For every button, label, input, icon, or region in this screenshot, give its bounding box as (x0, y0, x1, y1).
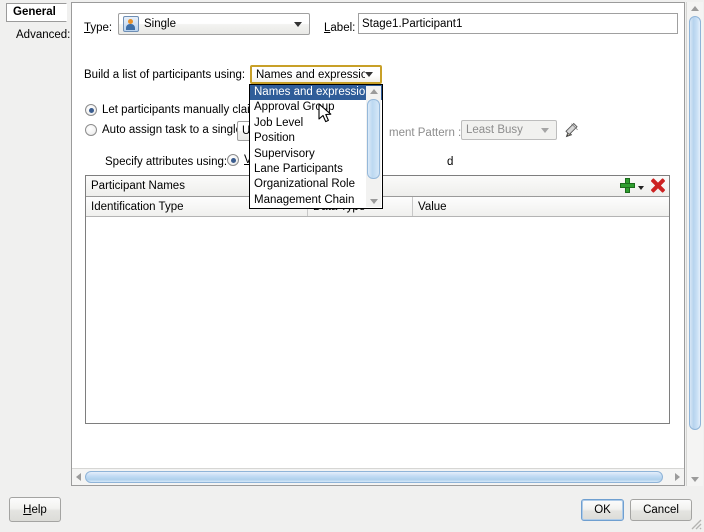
cancel-button-label: Cancel (643, 504, 679, 516)
tab-general[interactable]: General (6, 3, 67, 22)
chevron-down-icon (365, 72, 373, 77)
dropdown-option-lane-participants[interactable]: Lane Participants (250, 162, 382, 177)
assignment-pattern-label: ment Pattern : (389, 127, 462, 139)
dropdown-option-approval-group[interactable]: Approval Group (250, 100, 382, 115)
assignment-pattern-value: Least Busy (466, 124, 523, 136)
ok-button[interactable]: OK (581, 499, 624, 521)
chevron-down-icon[interactable] (638, 185, 644, 190)
cancel-button[interactable]: Cancel (630, 499, 692, 521)
build-list-combo-value: Names and expressions (256, 68, 365, 81)
help-button[interactable]: Help (9, 497, 61, 522)
tab-advanced-label: Advanced: (16, 29, 71, 41)
ok-button-label: OK (594, 504, 611, 516)
tab-strip: General Advanced: (0, 0, 72, 490)
vertical-scroll-thumb[interactable] (689, 16, 701, 430)
type-combo[interactable]: Single (118, 13, 310, 35)
build-list-label: Build a list of participants using: (84, 69, 246, 81)
radio-auto-assign-label: Auto assign task to a single (102, 124, 242, 136)
pencil-edit-icon[interactable] (563, 120, 583, 140)
specify-attributes-label: Specify attributes using: (105, 156, 228, 168)
dropdown-scroll-thumb[interactable] (367, 99, 380, 179)
chevron-down-icon (294, 21, 302, 27)
radio-manual-claim-label: Let participants manually claim (102, 104, 260, 116)
horizontal-scroll-thumb[interactable] (85, 471, 663, 483)
assignment-pattern-combo: Least Busy (461, 120, 557, 140)
scroll-up-arrow-icon[interactable] (691, 6, 699, 11)
delete-x-icon[interactable] (650, 178, 665, 193)
label-label-text: abel: (330, 22, 356, 34)
dropdown-option-supervisory[interactable]: Supervisory (250, 147, 382, 162)
specify-trailing-text: d (447, 156, 454, 168)
build-list-dropdown-popup[interactable]: Names and expressions Approval Group Job… (249, 84, 383, 210)
dropdown-option-names-and-expressions[interactable]: Names and expressions (250, 85, 382, 101)
radio-auto-assign[interactable]: Auto assign task to a single (85, 124, 242, 136)
radio-specify-value-indicator (227, 154, 239, 166)
dialog-vertical-scrollbar[interactable] (686, 2, 703, 486)
help-button-label: Help (23, 503, 47, 516)
table-title: Participant Names (91, 180, 185, 192)
radio-auto-assign-indicator (85, 124, 97, 136)
add-plus-icon[interactable] (620, 178, 635, 193)
dropdown-option-job-level[interactable]: Job Level (250, 116, 382, 131)
panel-horizontal-scrollbar[interactable] (72, 468, 684, 485)
scroll-left-arrow-icon[interactable] (76, 473, 81, 481)
scroll-down-arrow-icon[interactable] (691, 477, 699, 482)
radio-manual-claim-indicator (85, 104, 97, 116)
participant-settings-panel: Type: Single Label: Stage1.Participant1 … (71, 2, 685, 486)
table-toolbar (620, 178, 665, 193)
tab-advanced[interactable]: Advanced: (12, 27, 74, 43)
type-label-text: ype: (90, 22, 113, 34)
scroll-up-arrow-icon[interactable] (369, 89, 378, 94)
chevron-down-icon (541, 127, 549, 133)
label-input[interactable]: Stage1.Participant1 (358, 13, 678, 34)
single-participant-icon (123, 16, 139, 32)
build-list-combo[interactable]: Names and expressions (250, 65, 382, 84)
column-header-value[interactable]: Value (413, 197, 669, 216)
type-combo-value: Single (144, 18, 176, 30)
dropdown-option-organizational-role[interactable]: Organizational Role (250, 177, 382, 192)
tab-general-label: General (13, 6, 56, 18)
resize-grip[interactable] (688, 516, 702, 530)
type-label: Type: (84, 22, 113, 34)
participant-names-table: Participant Names Identification Type Da… (85, 175, 670, 424)
radio-manual-claim[interactable]: Let participants manually claim (85, 104, 259, 116)
radio-specify-value[interactable]: V (227, 154, 252, 166)
scroll-right-arrow-icon[interactable] (675, 473, 680, 481)
label-label: Label: (324, 22, 356, 34)
dropdown-option-management-chain[interactable]: Management Chain (250, 193, 382, 208)
label-input-value: Stage1.Participant1 (362, 17, 463, 30)
dropdown-scrollbar[interactable] (366, 86, 381, 208)
scroll-down-arrow-icon[interactable] (369, 199, 378, 205)
table-body-empty[interactable] (86, 217, 669, 421)
dropdown-option-position[interactable]: Position (250, 131, 382, 146)
